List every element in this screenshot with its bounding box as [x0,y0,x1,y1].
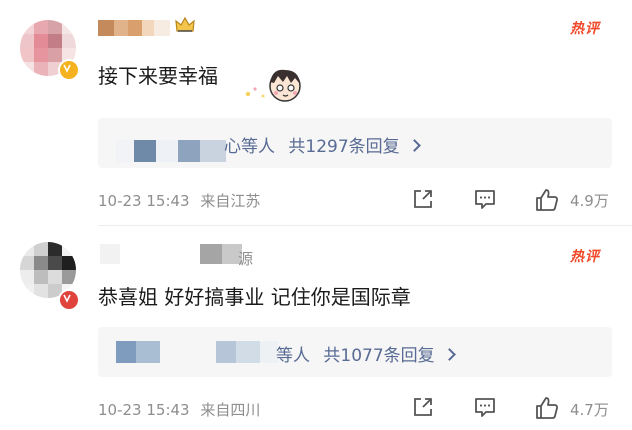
like-icon[interactable] [534,187,560,213]
reply-summary[interactable]: 心等人 共1297条回复 [98,118,612,168]
share-icon[interactable] [411,395,435,419]
replier-names-obscured [116,140,226,162]
comment-text: 接下来要幸福 [98,64,218,88]
chevron-right-icon [442,348,456,361]
reply-count[interactable]: 共1297条回复 [288,137,399,157]
comment-location: 来自江苏 [200,192,261,210]
comment-item: 热评 接下来要幸福 心等人 共1297条回复 10-23 15:43 来自江苏 [0,0,632,226]
username-obscured[interactable] [100,244,250,264]
emoji-sticker-icon [245,69,301,102]
comment-location: 来自四川 [200,401,261,419]
comment-meta: 10-23 15:43 来自四川 [98,399,260,420]
crown-icon [175,16,195,32]
comment-time: 10-23 15:43 [98,401,190,419]
like-icon[interactable] [534,395,560,421]
reply-summary-text[interactable]: 心等人 共1297条回复 [224,132,421,157]
reply-summary[interactable]: 等人 共1077条回复 [98,327,612,377]
comment-meta: 10-23 15:43 来自江苏 [98,190,260,211]
reply-users-suffix: 等人 [276,346,310,366]
hot-comment-badge: 热评 [570,249,600,265]
vip-badge-icon [58,59,80,81]
like-count: 4.9万 [570,192,609,210]
reply-count[interactable]: 共1077条回复 [323,346,434,366]
username-visible-part: 源 [238,250,254,268]
reply-users-suffix: 心等人 [224,137,275,157]
username-obscured[interactable] [98,20,170,36]
comment-time: 10-23 15:43 [98,192,190,210]
comment-icon[interactable] [473,395,497,419]
comment-icon[interactable] [473,187,497,211]
vip-badge-icon [58,289,80,311]
comment-text: 恭喜姐 好好搞事业 记住你是国际章 [98,285,411,309]
chevron-right-icon [407,139,421,152]
like-count: 4.7万 [570,401,609,419]
comment-item: 源 热评 恭喜姐 好好搞事业 记住你是国际章 等人 共1077条回复 10-23… [0,226,632,430]
reply-summary-text[interactable]: 等人 共1077条回复 [276,341,456,366]
hot-comment-badge: 热评 [570,21,600,37]
replier-names-obscured [116,341,278,363]
share-icon[interactable] [411,187,435,211]
